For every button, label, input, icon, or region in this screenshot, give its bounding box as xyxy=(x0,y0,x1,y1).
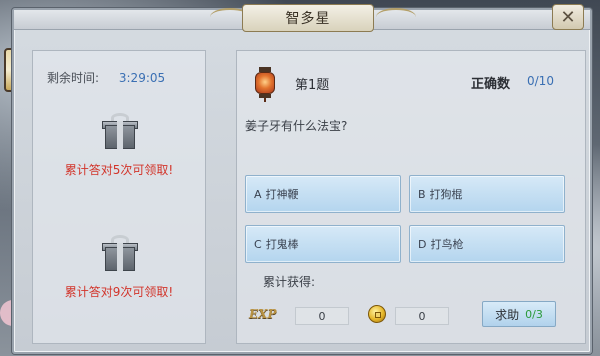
lantern-icon xyxy=(253,67,277,102)
accumulated-label: 累计获得: xyxy=(263,275,316,289)
timer-label: 剩余时间: xyxy=(47,71,100,85)
timer-row: 剩余时间: 3:29:05 xyxy=(47,69,165,86)
answer-c-button[interactable]: C 打鬼棒 xyxy=(245,225,401,263)
gift-box-icon[interactable] xyxy=(102,113,138,149)
title-ornament-right xyxy=(376,8,416,26)
correct-count-value: 0/10 xyxy=(527,74,554,88)
answer-text: 打神鞭 xyxy=(265,188,299,201)
answer-text: 打鸟枪 xyxy=(430,238,464,251)
reward-1-text: 累计答对5次可领取! xyxy=(64,163,174,177)
help-button-label: 求助 xyxy=(495,307,520,322)
help-count: 0/3 xyxy=(525,307,543,321)
exp-icon: EXP xyxy=(249,307,277,321)
coin-value: 0 xyxy=(395,307,449,325)
answer-a-button[interactable]: A 打神鞭 xyxy=(245,175,401,213)
answer-text: 打鬼棒 xyxy=(265,238,299,251)
correct-count-label: 正确数 xyxy=(471,77,511,92)
answer-d-button[interactable]: D 打鸟枪 xyxy=(409,225,565,263)
help-button[interactable]: 求助 0/3 xyxy=(482,301,556,327)
answer-text: 打狗棍 xyxy=(429,188,463,201)
answer-letter: C xyxy=(254,237,262,251)
quiz-window: 智多星 ✕ 剩余时间: 3:29:05 累计答对5次可领取! 累计答对9次可领取… xyxy=(12,4,592,354)
question-panel: 第1题 正确数 0/10 姜子牙有什么法宝? A 打神鞭 B 打狗棍 C 打鬼棒… xyxy=(236,50,586,344)
close-icon: ✕ xyxy=(560,6,576,28)
reward-panel: 剩余时间: 3:29:05 累计答对5次可领取! 累计答对9次可领取! xyxy=(32,50,206,344)
answer-b-button[interactable]: B 打狗棍 xyxy=(409,175,565,213)
answer-letter: B xyxy=(418,187,426,201)
question-number: 第1题 xyxy=(295,78,330,93)
silver-gift-box-icon[interactable] xyxy=(102,235,138,271)
close-button[interactable]: ✕ xyxy=(552,4,584,30)
timer-value: 3:29:05 xyxy=(118,71,166,85)
exp-value: 0 xyxy=(295,307,349,325)
question-text: 姜子牙有什么法宝? xyxy=(245,119,348,133)
answer-letter: D xyxy=(418,237,427,251)
copper-coin-icon xyxy=(368,305,386,323)
answer-letter: A xyxy=(254,187,262,201)
window-title: 智多星 xyxy=(242,4,374,32)
window-title-text: 智多星 xyxy=(285,11,331,27)
reward-2-text: 累计答对9次可领取! xyxy=(64,285,174,299)
